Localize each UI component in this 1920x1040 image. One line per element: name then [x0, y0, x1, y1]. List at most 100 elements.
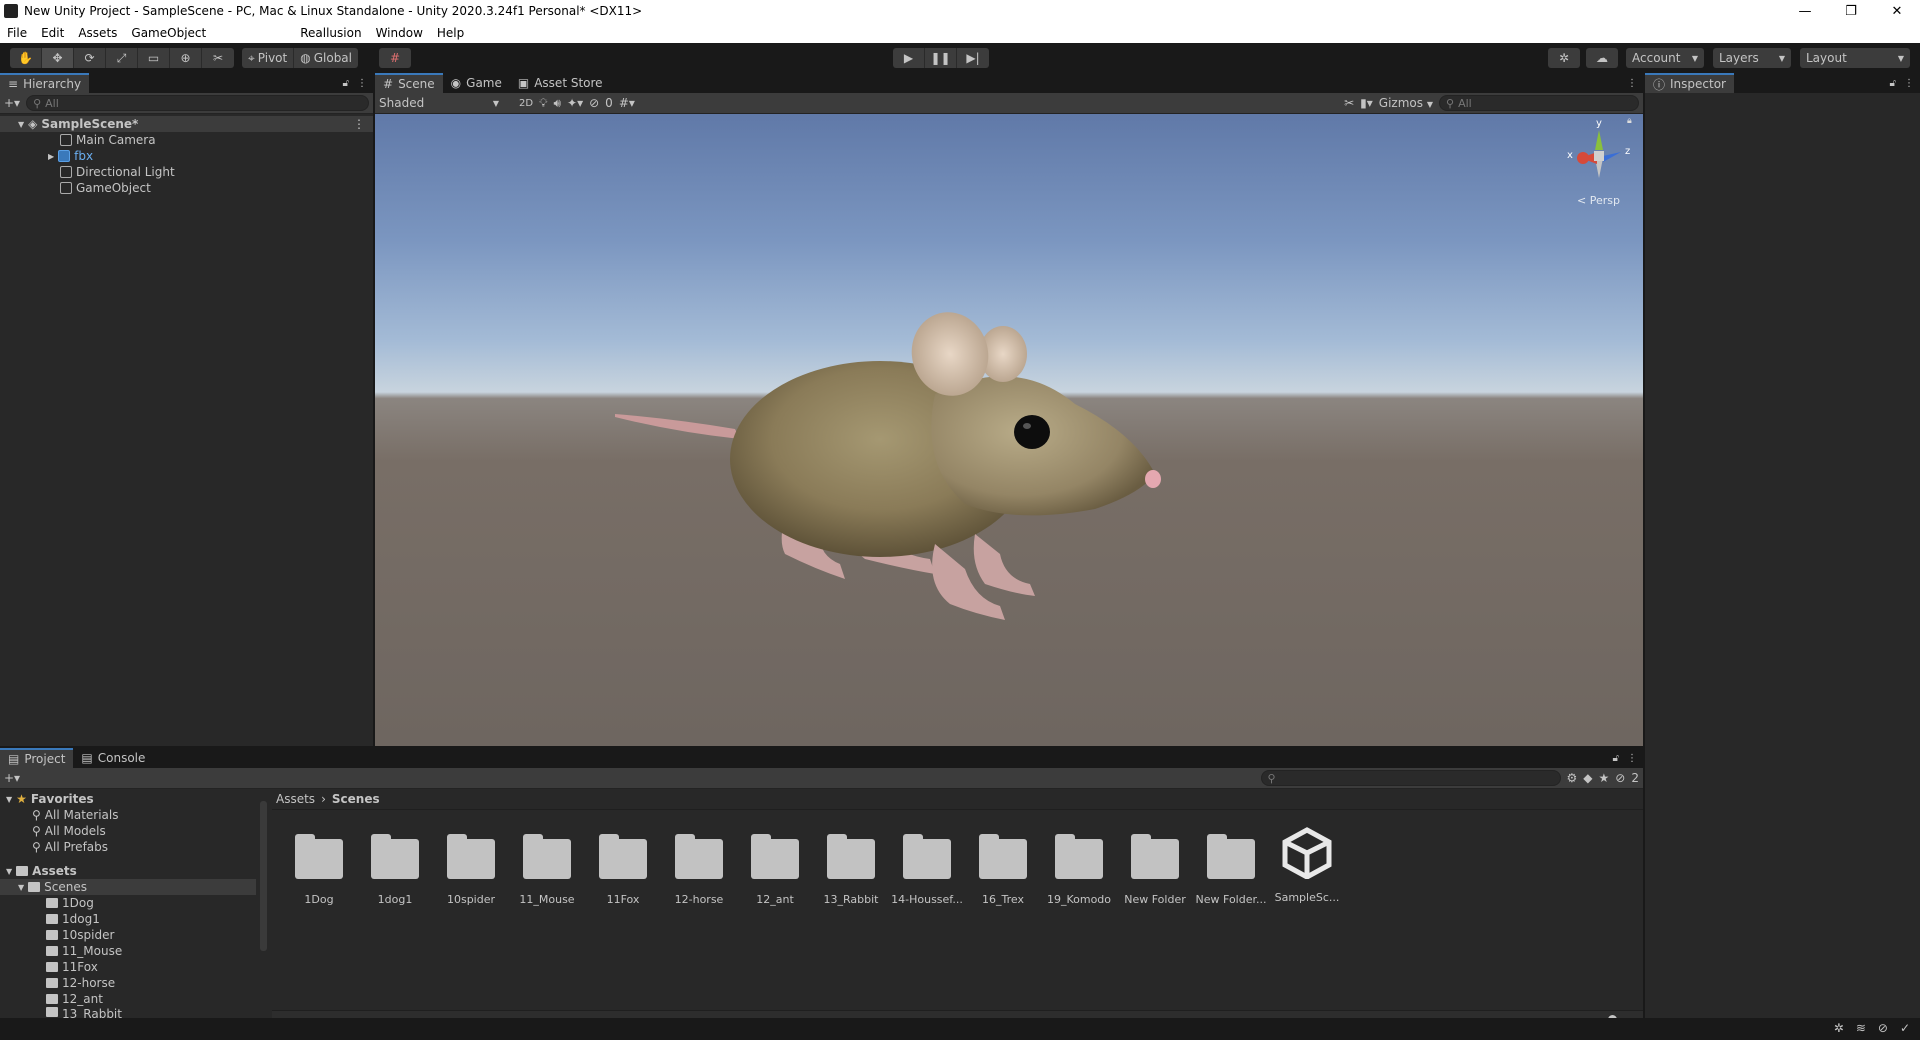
tab-game[interactable]: ◉ Game	[443, 73, 510, 93]
favorite-item[interactable]: ⚲ All Prefabs	[32, 839, 108, 855]
scenes-folder-row[interactable]: ▼ Scenes	[0, 879, 256, 895]
layers-dropdown[interactable]: Layers ▼	[1713, 48, 1791, 68]
menu-gameobject[interactable]: GameObject	[124, 26, 213, 40]
tree-scrollbar[interactable]	[260, 801, 267, 951]
layers-stack-icon[interactable]: ≋	[1856, 1021, 1866, 1035]
grid-snap-icon[interactable]: #	[379, 48, 411, 68]
asset-folder[interactable]: 19_Komodo	[1042, 834, 1116, 906]
tree-folder[interactable]: 1Dog	[46, 895, 94, 911]
rotate-tool-icon[interactable]: ⟳	[74, 48, 106, 68]
lock-icon[interactable]: 🔓︎	[343, 78, 349, 89]
menu-edit[interactable]: Edit	[34, 26, 71, 40]
hierarchy-item[interactable]: Directional Light	[60, 164, 175, 180]
tab-inspector[interactable]: ⓘ Inspector	[1645, 73, 1734, 93]
tree-folder[interactable]: 12-horse	[46, 975, 115, 991]
maximize-button[interactable]: ❐	[1828, 0, 1874, 22]
favorite-item[interactable]: ⚲ All Materials	[32, 807, 119, 823]
asset-folder[interactable]: 12-horse	[662, 834, 736, 906]
tools-icon[interactable]: ✂	[1344, 96, 1354, 110]
tab-scene[interactable]: # Scene	[375, 73, 443, 93]
lighting-icon[interactable]: 💡︎	[539, 96, 547, 111]
tab-project[interactable]: ▤ Project	[0, 748, 74, 768]
hierarchy-search[interactable]: ⚲ All	[26, 95, 369, 111]
account-dropdown[interactable]: Account ▼	[1626, 48, 1704, 68]
assets-header[interactable]: ▼ Assets	[6, 863, 77, 879]
step-icon[interactable]: ▶|	[957, 48, 989, 68]
camera-icon[interactable]: ▮▾	[1360, 96, 1373, 110]
lock-icon[interactable]: 🔓︎	[1890, 78, 1896, 89]
menu-reallusion[interactable]: Reallusion	[293, 26, 368, 40]
asset-folder[interactable]: 10spider	[434, 834, 508, 906]
hidden-packages-icon[interactable]: ⊘	[1615, 771, 1625, 785]
mode-2d-toggle[interactable]: 2D	[519, 98, 533, 109]
close-button[interactable]: ✕	[1874, 0, 1920, 22]
tab-hierarchy[interactable]: ≡ Hierarchy	[0, 73, 90, 93]
scene-viewport[interactable]: y x z 🔒︎ < Persp	[375, 114, 1643, 746]
asset-folder[interactable]: 11Fox	[586, 834, 660, 906]
menu-window[interactable]: Window	[369, 26, 430, 40]
asset-scene[interactable]: SampleSc...	[1270, 827, 1344, 904]
tree-folder[interactable]: 1dog1	[46, 911, 100, 927]
kebab-menu-icon[interactable]: ⋮	[1627, 753, 1637, 764]
asset-folder[interactable]: 1Dog	[282, 834, 356, 906]
rect-tool-icon[interactable]: ▭	[138, 48, 170, 68]
gizmos-dropdown[interactable]: Gizmos ▼	[1379, 96, 1433, 110]
menu-assets[interactable]: Assets	[71, 26, 124, 40]
asset-folder[interactable]: 12_ant	[738, 834, 812, 906]
asset-folder[interactable]: 11_Mouse	[510, 834, 584, 906]
tree-folder[interactable]: 11Fox	[46, 959, 98, 975]
menu-file[interactable]: File	[0, 26, 34, 40]
asset-folder[interactable]: New Folder	[1118, 834, 1192, 906]
project-search[interactable]: ⚲	[1260, 770, 1561, 786]
kebab-menu-icon[interactable]: ⋮	[353, 117, 365, 131]
cloud-icon[interactable]: ☁	[1586, 48, 1618, 68]
favorite-star-icon[interactable]: ★	[1599, 771, 1610, 785]
scene-row[interactable]: ▼ ◈ SampleScene* ⋮	[0, 116, 373, 132]
effects-icon[interactable]: ✦▾	[567, 96, 583, 110]
tree-folder[interactable]: 10spider	[46, 927, 114, 943]
audio-icon[interactable]: 🔊︎	[553, 96, 561, 111]
debug-icon[interactable]: ✲	[1834, 1021, 1844, 1035]
asset-folder[interactable]: 13_Rabbit	[814, 834, 888, 906]
orientation-gizmo[interactable]: y x z 🔒︎ < Persp	[1563, 116, 1635, 210]
tree-folder[interactable]: 11_Mouse	[46, 943, 122, 959]
check-icon[interactable]: ✓	[1900, 1021, 1910, 1035]
tab-console[interactable]: ▤ Console	[73, 748, 153, 768]
kebab-menu-icon[interactable]: ⋮	[1904, 78, 1914, 89]
shading-dropdown[interactable]: Shaded ▼	[379, 96, 499, 110]
mouse-model[interactable]	[375, 114, 1643, 746]
asset-folder[interactable]: 1dog1	[358, 834, 432, 906]
transform-tool-icon[interactable]: ⊕	[170, 48, 202, 68]
scene-search[interactable]: ⚲ All	[1439, 95, 1639, 111]
asset-folder[interactable]: 16_Trex	[966, 834, 1040, 906]
projection-label[interactable]: < Persp	[1577, 194, 1620, 207]
breadcrumb-assets[interactable]: Assets	[276, 792, 315, 806]
breadcrumb-scenes[interactable]: Scenes	[332, 792, 380, 806]
visibility-icon[interactable]: ⊘	[589, 96, 599, 110]
hierarchy-item[interactable]: GameObject	[60, 180, 151, 196]
add-icon[interactable]: +▾	[4, 96, 20, 110]
lock-icon[interactable]: 🔓︎	[1613, 753, 1619, 764]
filter-type-icon[interactable]: ⚙	[1567, 771, 1578, 785]
layout-dropdown[interactable]: Layout ▼	[1800, 48, 1910, 68]
minimize-button[interactable]: —	[1782, 0, 1828, 22]
tree-folder[interactable]: 12_ant	[46, 991, 103, 1007]
asset-folder[interactable]: New Folder...	[1194, 834, 1268, 906]
lock-icon[interactable]: 🔒︎	[1627, 116, 1632, 126]
kebab-menu-icon[interactable]: ⋮	[357, 78, 367, 89]
tab-asset-store[interactable]: ▣ Asset Store	[510, 73, 611, 93]
global-toggle[interactable]: ◍ Global	[294, 48, 358, 68]
pivot-toggle[interactable]: ⌖ Pivot	[242, 48, 295, 68]
move-tool-icon[interactable]: ✥	[42, 48, 74, 68]
filter-label-icon[interactable]: ◆	[1583, 771, 1592, 785]
kebab-menu-icon[interactable]: ⋮	[1627, 78, 1637, 89]
play-icon[interactable]: ▶	[893, 48, 925, 68]
favorites-header[interactable]: ▼ ★ Favorites	[6, 791, 94, 807]
add-icon[interactable]: +▾	[4, 771, 20, 785]
scale-tool-icon[interactable]: ⤢	[106, 48, 138, 68]
grid-settings-icon[interactable]: #▾	[619, 96, 635, 110]
custom-tool-icon[interactable]: ✂	[202, 48, 234, 68]
favorite-item[interactable]: ⚲ All Models	[32, 823, 106, 839]
pause-icon[interactable]: ❚❚	[925, 48, 957, 68]
auto-generate-icon[interactable]: ⊘	[1878, 1021, 1888, 1035]
